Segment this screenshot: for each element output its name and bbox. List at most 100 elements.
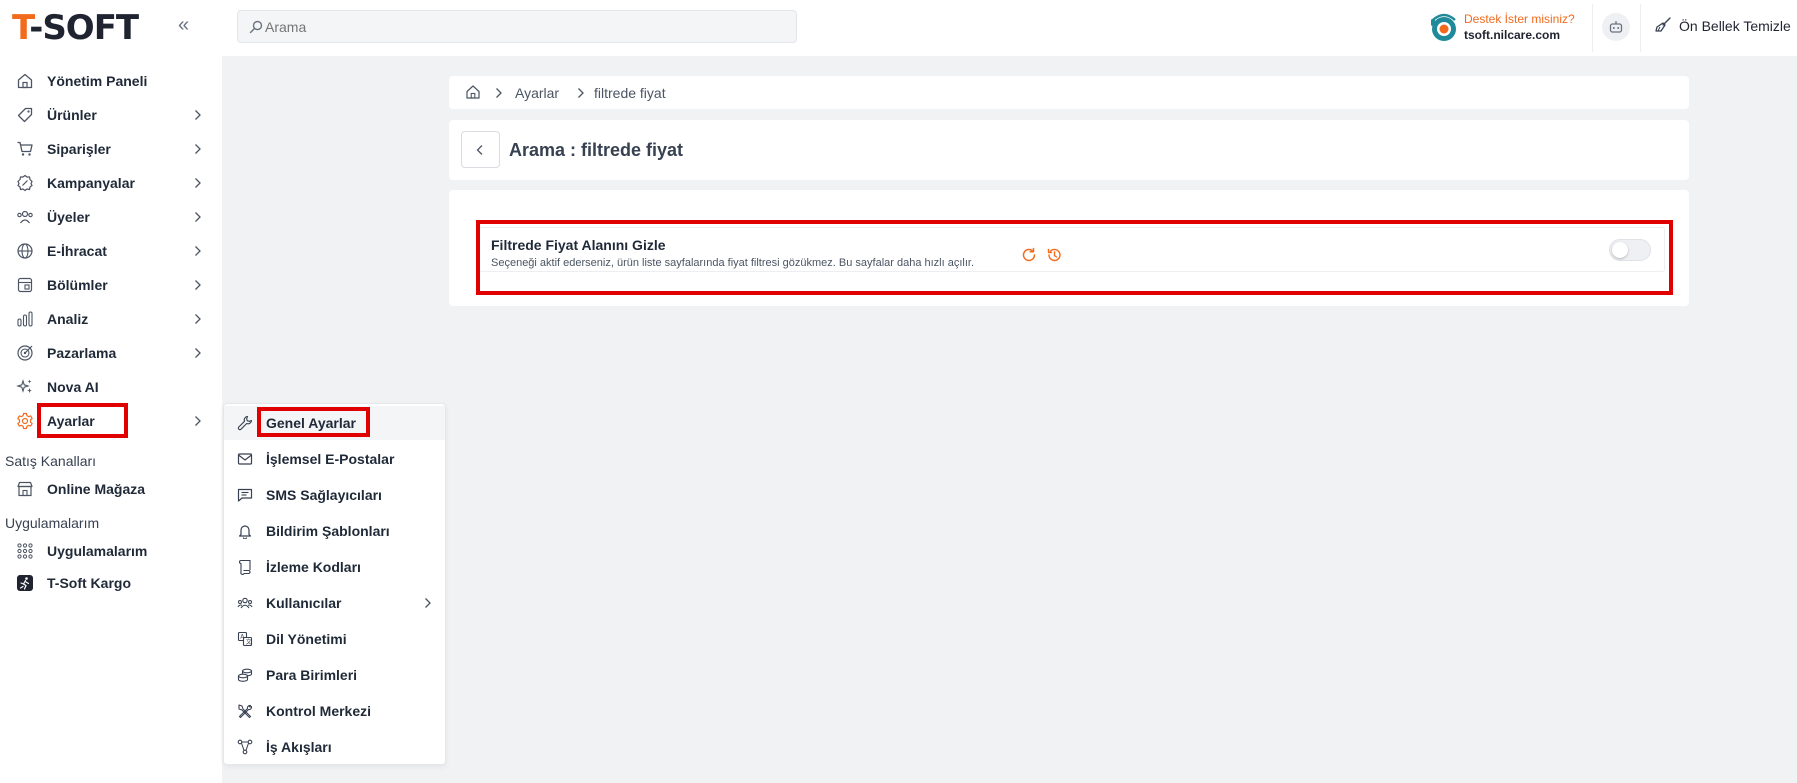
sidebar-item-label: Nova AI — [47, 379, 99, 395]
sidebar: Yönetim Paneli Ürünler Siparişler Kampan… — [0, 56, 222, 783]
sidebar-item-settings[interactable]: Ayarlar — [0, 404, 222, 438]
sidebar-item-orders[interactable]: Siparişler — [0, 132, 222, 166]
sidebar-item-label: Uygulamalarım — [47, 543, 148, 559]
section-label-sales-channels: Satış Kanalları — [5, 453, 97, 469]
sidebar-item-marketing[interactable]: Pazarlama — [0, 336, 222, 370]
chevron-right-icon — [195, 246, 201, 256]
breadcrumb: Ayarlar filtrede fiyat — [449, 76, 1689, 109]
clear-cache-label: Ön Bellek Temizle — [1679, 18, 1791, 34]
breadcrumb-link-settings[interactable]: Ayarlar — [515, 85, 559, 101]
submenu-item-label: Dil Yönetimi — [266, 631, 347, 647]
support-widget[interactable]: Destek İster misiniz? tsoft.nilcare.com — [1430, 10, 1580, 46]
sidebar-item-label: Analiz — [47, 311, 89, 327]
sidebar-item-analytics[interactable]: Analiz — [0, 302, 222, 336]
layout-icon — [17, 277, 33, 293]
submenu-item-label: Para Birimleri — [266, 667, 358, 683]
support-agent-icon — [1431, 13, 1456, 41]
sidebar-item-label: Kampanyalar — [47, 175, 135, 191]
support-title: Destek İster misiniz? — [1464, 12, 1575, 26]
search-box[interactable] — [237, 10, 797, 43]
tools-icon — [238, 704, 253, 719]
settings-card: Filtrede Fiyat Alanını Gizle Seçeneği ak… — [449, 190, 1689, 306]
discount-icon — [17, 174, 33, 192]
home-icon — [17, 73, 33, 89]
coins-icon — [237, 668, 253, 682]
sidebar-item-products[interactable]: Ürünler — [0, 98, 222, 132]
submenu-item-label: Genel Ayarlar — [266, 415, 357, 431]
sidebar-item-nova-ai[interactable]: Nova AI — [0, 370, 222, 404]
submenu-item-label: Kullanıcılar — [266, 595, 342, 611]
submenu-item-sms-providers[interactable]: SMS Sağlayıcıları — [224, 478, 445, 512]
cart-icon — [17, 141, 33, 156]
submenu-item-control-center[interactable]: Kontrol Merkezi — [224, 694, 445, 728]
submenu-item-label: İzleme Kodları — [266, 559, 361, 575]
target-icon — [17, 345, 33, 361]
search-icon — [249, 20, 263, 34]
submenu-item-language-management[interactable]: A文 Dil Yönetimi — [224, 622, 445, 656]
sidebar-item-export[interactable]: E-İhracat — [0, 234, 222, 268]
sidebar-item-sections[interactable]: Bölümler — [0, 268, 222, 302]
message-icon — [237, 488, 253, 502]
submenu-item-general-settings[interactable]: Genel Ayarlar — [224, 406, 445, 440]
chevron-right-icon — [195, 416, 201, 426]
bell-icon — [238, 525, 252, 539]
submenu-item-label: İş Akışları — [266, 739, 332, 755]
analytics-icon — [17, 311, 33, 327]
setting-title: Filtrede Fiyat Alanını Gizle — [491, 237, 666, 253]
chevron-right-icon — [195, 110, 201, 120]
sidebar-item-label: Üyeler — [47, 209, 90, 225]
submenu-item-transactional-emails[interactable]: İşlemsel E-Postalar — [224, 442, 445, 476]
sidebar-item-members[interactable]: Üyeler — [0, 200, 222, 234]
chevron-right-icon — [195, 314, 201, 324]
sidebar-item-label: E-İhracat — [47, 243, 107, 259]
divider — [1640, 4, 1641, 52]
workflow-icon — [237, 739, 253, 755]
submenu-item-label: SMS Sağlayıcıları — [266, 487, 382, 503]
support-url[interactable]: tsoft.nilcare.com — [1464, 28, 1560, 42]
tag-icon — [17, 107, 33, 123]
tsoft-logo[interactable]: T-SOFT — [12, 8, 139, 48]
sidebar-item-label: Siparişler — [47, 141, 111, 157]
sidebar-item-label: T-Soft Kargo — [47, 575, 131, 591]
submenu-item-users[interactable]: Kullanıcılar — [224, 586, 445, 620]
toggle-knob — [1612, 242, 1628, 258]
setting-description: Seçeneği aktif ederseniz, ürün liste say… — [491, 257, 975, 269]
back-button[interactable] — [461, 131, 500, 168]
script-icon — [239, 559, 251, 575]
sidebar-item-online-store[interactable]: Online Mağaza — [0, 472, 222, 506]
submenu-item-label: Bildirim Şablonları — [266, 523, 390, 539]
collapse-sidebar-icon[interactable]: « — [178, 14, 189, 37]
sidebar-item-label: Ayarlar — [47, 413, 95, 429]
submenu-item-notification-templates[interactable]: Bildirim Şablonları — [224, 514, 445, 548]
gear-icon — [17, 412, 33, 430]
ai-assistant-button[interactable] — [1602, 13, 1630, 41]
sidebar-item-my-apps[interactable]: Uygulamalarım — [0, 534, 222, 568]
chevron-left-icon — [476, 145, 483, 155]
hide-price-filter-toggle[interactable] — [1609, 239, 1651, 261]
submenu-item-tracking-codes[interactable]: İzleme Kodları — [224, 550, 445, 584]
sidebar-item-label: Ürünler — [47, 107, 97, 123]
refresh-icon[interactable] — [1021, 247, 1037, 263]
submenu-item-workflows[interactable]: İş Akışları — [224, 730, 445, 764]
sidebar-item-label: Pazarlama — [47, 345, 117, 361]
sidebar-item-tsoft-kargo[interactable]: T-Soft Kargo — [0, 566, 222, 600]
sidebar-item-label: Online Mağaza — [47, 481, 146, 497]
sidebar-item-label: Bölümler — [47, 277, 108, 293]
users-group-icon — [237, 597, 253, 609]
history-icon[interactable] — [1046, 247, 1062, 263]
divider — [1592, 4, 1593, 52]
sparkle-icon — [16, 379, 32, 393]
home-icon[interactable] — [465, 84, 481, 100]
page-title: Arama : filtrede fiyat — [509, 140, 684, 160]
sidebar-item-label: Yönetim Paneli — [47, 73, 148, 89]
sidebar-item-dashboard[interactable]: Yönetim Paneli — [0, 64, 222, 98]
sidebar-item-campaigns[interactable]: Kampanyalar — [0, 166, 222, 200]
search-input[interactable] — [265, 18, 785, 36]
robot-icon — [1609, 21, 1623, 33]
settings-submenu: Genel Ayarlar İşlemsel E-Postalar SMS Sa… — [223, 403, 446, 765]
svg-text:文: 文 — [246, 638, 252, 646]
setting-row-hide-price-filter: Filtrede Fiyat Alanını Gizle Seçeneği ak… — [479, 227, 1665, 272]
kargo-app-icon — [17, 575, 33, 591]
submenu-item-currencies[interactable]: Para Birimleri — [224, 658, 445, 692]
chevron-right-icon — [195, 178, 201, 188]
